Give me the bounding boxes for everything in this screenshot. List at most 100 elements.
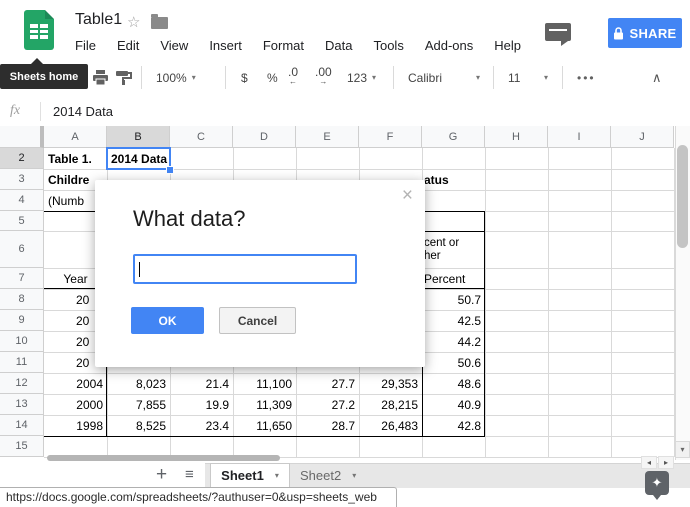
share-button[interactable]: SHARE <box>608 18 682 48</box>
sheets-logo-icon[interactable] <box>24 10 54 50</box>
column-header-A[interactable]: A <box>44 126 107 148</box>
row-header-4[interactable]: 4 <box>0 190 44 211</box>
row-header-13[interactable]: 13 <box>0 394 44 415</box>
menu-file[interactable]: File <box>75 38 96 53</box>
row-header-6[interactable]: 6 <box>0 231 44 268</box>
column-header-F[interactable]: F <box>359 126 422 148</box>
row-header-9[interactable]: 9 <box>0 310 44 331</box>
cell-B14[interactable]: 8,525 <box>107 415 170 436</box>
document-title[interactable]: Table1 <box>75 11 122 29</box>
menu-format[interactable]: Format <box>263 38 304 53</box>
cell-D12[interactable]: 11,100 <box>233 373 296 394</box>
sheet-tab-sheet2[interactable]: Sheet2 ▾ <box>300 463 356 487</box>
cell-F13[interactable]: 28,215 <box>359 394 422 415</box>
scroll-left-button[interactable]: ◂ <box>641 456 657 469</box>
chevron-down-icon[interactable]: ▾ <box>275 471 279 480</box>
font-size-select[interactable]: 11 ▾ <box>508 58 548 97</box>
column-header-D[interactable]: D <box>233 126 296 148</box>
row-header-15[interactable]: 15 <box>0 436 44 457</box>
menu-add-ons[interactable]: Add-ons <box>425 38 473 53</box>
menu-tools[interactable]: Tools <box>373 38 403 53</box>
print-button[interactable] <box>92 58 109 97</box>
row-header-11[interactable]: 11 <box>0 352 44 373</box>
cell-A12[interactable]: 2004 <box>44 373 107 394</box>
cell-E13[interactable]: 27.2 <box>296 394 359 415</box>
cell-G8[interactable]: 50.7 <box>422 289 485 310</box>
cell-G9[interactable]: 42.5 <box>422 310 485 331</box>
row-header-8[interactable]: 8 <box>0 289 44 310</box>
cell-G12[interactable]: 48.6 <box>422 373 485 394</box>
formula-bar-value[interactable]: 2014 Data <box>53 104 113 119</box>
cell-G10[interactable]: 44.2 <box>422 331 485 352</box>
row-header-12[interactable]: 12 <box>0 373 44 394</box>
column-header-E[interactable]: E <box>296 126 359 148</box>
menu-help[interactable]: Help <box>494 38 521 53</box>
format-percent-button[interactable]: % <box>267 58 278 97</box>
cell-F12[interactable]: 29,353 <box>359 373 422 394</box>
cell-G7[interactable]: Percent <box>422 268 485 289</box>
row-header-10[interactable]: 10 <box>0 331 44 352</box>
row-header-2[interactable]: 2 <box>0 148 44 169</box>
menu-view[interactable]: View <box>160 38 188 53</box>
cell-B12[interactable]: 8,023 <box>107 373 170 394</box>
cell-G14[interactable]: 42.8 <box>422 415 485 436</box>
menu-data[interactable]: Data <box>325 38 352 53</box>
cell-G3[interactable]: atus <box>422 169 485 190</box>
select-all-corner[interactable] <box>0 126 44 148</box>
row-header-5[interactable]: 5 <box>0 211 44 231</box>
cell-C13[interactable]: 19.9 <box>170 394 233 415</box>
column-header-C[interactable]: C <box>170 126 233 148</box>
row-header-3[interactable]: 3 <box>0 169 44 190</box>
cell-A14[interactable]: 1998 <box>44 415 107 436</box>
cell-D13[interactable]: 11,309 <box>233 394 296 415</box>
comments-icon[interactable] <box>545 23 571 46</box>
vertical-scrollbar-thumb[interactable] <box>677 145 688 248</box>
scroll-down-button[interactable]: ▾ <box>675 441 690 458</box>
collapse-toolbar-button[interactable]: ∧ <box>652 58 662 97</box>
cell-C14[interactable]: 23.4 <box>170 415 233 436</box>
cell-D14[interactable]: 11,650 <box>233 415 296 436</box>
cell-G11[interactable]: 50.6 <box>422 352 485 373</box>
explore-icon[interactable]: ✦ <box>645 471 669 500</box>
horizontal-scrollbar-thumb[interactable] <box>47 455 280 461</box>
cancel-button[interactable]: Cancel <box>219 307 296 334</box>
star-icon[interactable]: ☆ <box>127 13 140 31</box>
column-header-B[interactable]: B <box>107 126 170 148</box>
menu-edit[interactable]: Edit <box>117 38 139 53</box>
column-header-I[interactable]: I <box>548 126 611 148</box>
column-header-H[interactable]: H <box>485 126 548 148</box>
row-header-14[interactable]: 14 <box>0 415 44 436</box>
close-icon[interactable]: × <box>402 186 413 205</box>
zoom-select[interactable]: 100% ▾ <box>156 58 196 97</box>
font-family-select[interactable]: Calibri ▾ <box>408 58 480 97</box>
all-sheets-icon[interactable]: ≡ <box>185 466 194 483</box>
folder-icon[interactable] <box>151 14 168 29</box>
row-header-7[interactable]: 7 <box>0 268 44 289</box>
add-sheet-button[interactable]: + <box>156 464 167 486</box>
cell-G13[interactable]: 40.9 <box>422 394 485 415</box>
chevron-down-icon[interactable]: ▾ <box>352 471 356 480</box>
format-currency-button[interactable]: $ <box>241 58 248 97</box>
menu-insert[interactable]: Insert <box>209 38 242 53</box>
ok-button[interactable]: OK <box>131 307 204 334</box>
more-toolbar-button[interactable]: ••• <box>577 58 596 97</box>
cell-C12[interactable]: 21.4 <box>170 373 233 394</box>
sheet-tab-sheet1[interactable]: Sheet1 ▾ <box>210 463 290 487</box>
formula-bar[interactable]: fx 2014 Data <box>0 97 690 126</box>
cell-G6[interactable]: cent or her <box>422 231 485 268</box>
column-header-G[interactable]: G <box>422 126 485 148</box>
scroll-right-button[interactable]: ▸ <box>658 456 674 469</box>
cell-A13[interactable]: 2000 <box>44 394 107 415</box>
increase-decimal-button[interactable]: .00 → <box>315 66 332 87</box>
paint-format-button[interactable] <box>115 58 132 97</box>
cell-B13[interactable]: 7,855 <box>107 394 170 415</box>
cell-A2[interactable]: Table 1. <box>44 148 107 169</box>
column-header-J[interactable]: J <box>611 126 674 148</box>
cell-E12[interactable]: 27.7 <box>296 373 359 394</box>
cell-F14[interactable]: 26,483 <box>359 415 422 436</box>
fill-handle[interactable] <box>166 166 174 174</box>
cell-E14[interactable]: 28.7 <box>296 415 359 436</box>
decrease-decimal-button[interactable]: .0 ← <box>288 66 298 87</box>
dialog-text-input[interactable] <box>133 254 357 284</box>
number-format-button[interactable]: 123 ▾ <box>347 58 376 97</box>
